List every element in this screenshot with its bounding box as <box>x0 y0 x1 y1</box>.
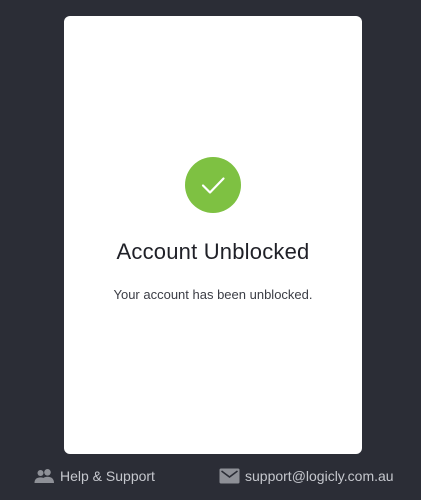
people-icon <box>34 468 55 484</box>
confirmation-card: Account Unblocked Your account has been … <box>64 16 362 454</box>
checkmark-circle-icon <box>185 157 241 213</box>
envelope-icon <box>219 468 240 484</box>
page-title: Account Unblocked <box>116 239 310 264</box>
help-support-label: Help & Support <box>60 468 155 484</box>
help-support-link[interactable]: Help & Support <box>34 462 155 490</box>
footer: Help & Support support@logicly.com.au <box>0 462 421 490</box>
status-message: Your account has been unblocked. <box>113 287 313 302</box>
support-email-label: support@logicly.com.au <box>245 468 394 484</box>
support-email-link[interactable]: support@logicly.com.au <box>219 462 394 490</box>
checkmark-icon <box>201 177 225 194</box>
